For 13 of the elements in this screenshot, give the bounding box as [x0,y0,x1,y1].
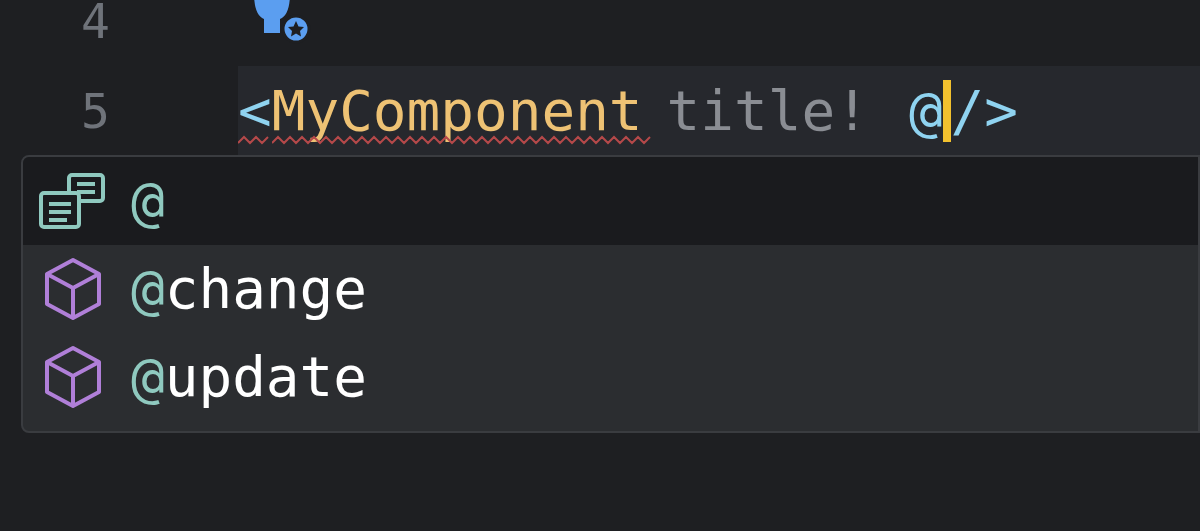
completion-item[interactable]: @update [23,333,1198,421]
template-icon [39,171,107,231]
completion-item[interactable]: @change [23,245,1198,333]
line-number: 5 [80,87,110,135]
code-token: @ [908,83,943,139]
completion-item[interactable]: @ [23,157,1198,245]
code-token: < [238,83,272,139]
line-number: 4 [80,0,110,45]
text-cursor [942,80,951,142]
code-token: title! [666,83,869,139]
code-token: /> [950,83,1019,139]
cube-icon [43,345,103,409]
cube-icon [43,257,103,321]
